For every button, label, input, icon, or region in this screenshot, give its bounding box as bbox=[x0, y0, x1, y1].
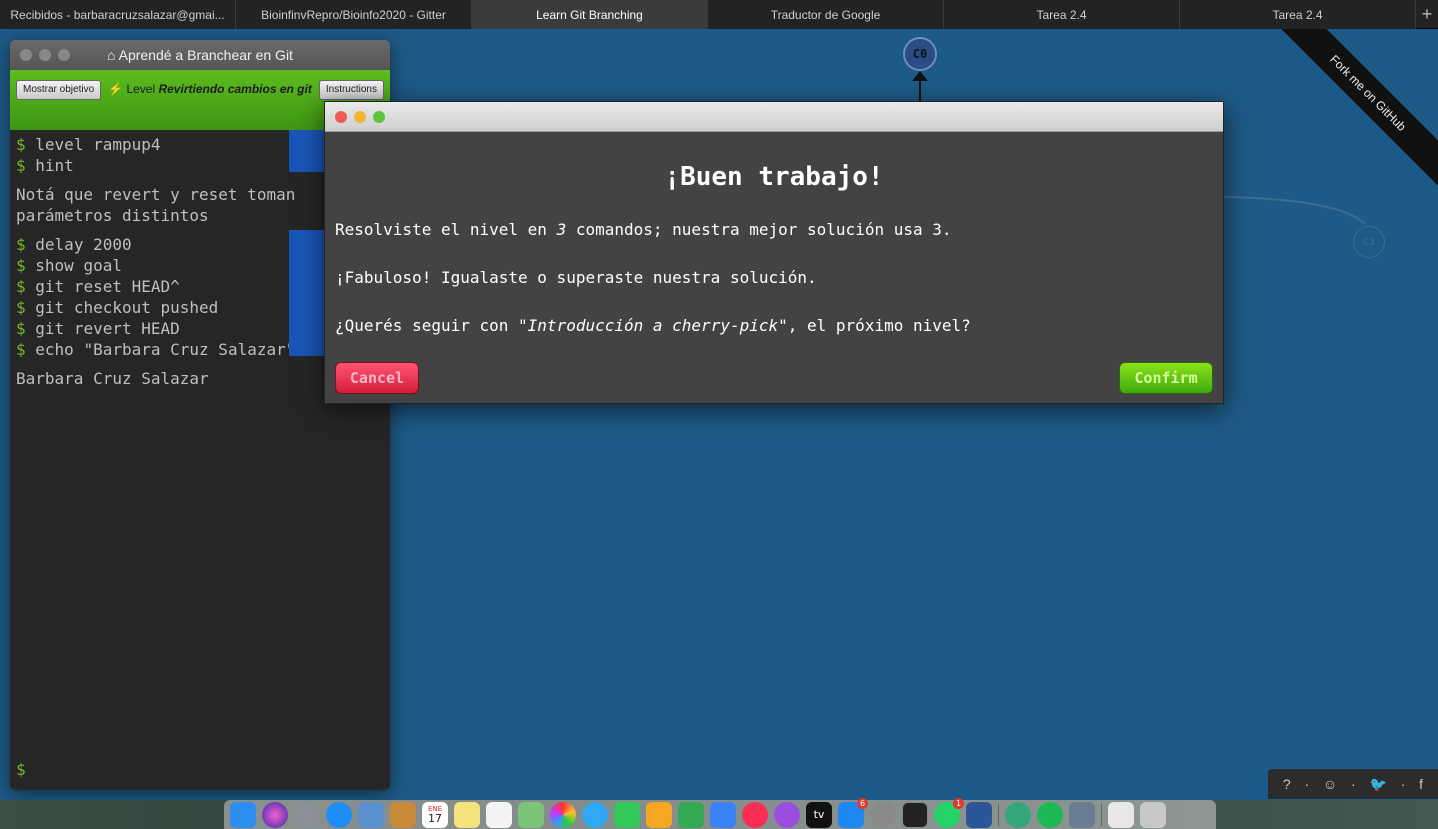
notes-icon[interactable] bbox=[454, 801, 480, 828]
lightning-icon: ⚡ bbox=[108, 82, 124, 96]
minimize-icon[interactable] bbox=[354, 110, 366, 123]
command-highlight bbox=[289, 130, 329, 172]
close-icon[interactable] bbox=[335, 110, 347, 123]
app-store-icon[interactable]: 6 bbox=[838, 797, 868, 828]
facetime-icon[interactable] bbox=[614, 801, 640, 828]
pages-icon[interactable] bbox=[646, 801, 672, 828]
trash-icon[interactable] bbox=[1140, 801, 1166, 828]
tab-gmail[interactable]: Recibidos - barbaracruzsalazar@gmai... bbox=[0, 0, 236, 29]
dock-separator bbox=[998, 803, 999, 826]
instructions-button[interactable]: Instructions bbox=[318, 80, 384, 100]
finder-icon[interactable] bbox=[230, 801, 256, 828]
result-message: Resolviste el nivel en 3 comandos; nuest… bbox=[335, 220, 952, 239]
commit-node-c0[interactable]: C0 bbox=[903, 37, 937, 71]
preview-icon[interactable] bbox=[358, 801, 384, 828]
new-tab-button[interactable]: + bbox=[1416, 0, 1438, 28]
globe-icon[interactable]: ☺ bbox=[1323, 776, 1337, 792]
documents-folder-icon[interactable] bbox=[1108, 801, 1134, 828]
terminal-titlebar: ⌂ Aprendé a Branchear en Git bbox=[10, 40, 390, 70]
command-highlight bbox=[289, 230, 329, 356]
system-preferences-icon[interactable] bbox=[870, 801, 896, 828]
messages-icon[interactable] bbox=[582, 801, 608, 828]
separator: · bbox=[1304, 776, 1310, 792]
terminal-icon[interactable] bbox=[902, 801, 928, 828]
podcasts-icon[interactable] bbox=[774, 801, 800, 828]
level-name: Revirtiendo cambios en git bbox=[158, 82, 312, 96]
maximize-icon[interactable] bbox=[373, 110, 385, 123]
keynote-icon[interactable] bbox=[710, 801, 736, 828]
facebook-icon[interactable]: f bbox=[1419, 776, 1423, 792]
app-store-badge: 6 bbox=[857, 797, 868, 809]
dialog-titlebar bbox=[325, 102, 1223, 132]
siri-icon[interactable] bbox=[262, 801, 288, 828]
apple-tv-icon[interactable]: tv bbox=[806, 801, 832, 828]
image-capture-icon[interactable] bbox=[1069, 801, 1095, 828]
tab-tarea-1[interactable]: Tarea 2.4 bbox=[944, 0, 1180, 29]
window-controls bbox=[335, 110, 385, 123]
safari-icon[interactable] bbox=[326, 801, 352, 828]
confirm-button[interactable]: Confirm bbox=[1119, 362, 1213, 394]
contacts-icon[interactable] bbox=[390, 801, 416, 828]
praise-message: ¡Fabuloso! Igualaste o superaste nuestra… bbox=[335, 268, 817, 287]
dialog-heading: ¡Buen trabajo! bbox=[664, 162, 884, 192]
music-icon[interactable] bbox=[742, 801, 768, 828]
calendar-icon[interactable]: ENE 17 bbox=[422, 801, 448, 828]
home-icon: ⌂ bbox=[107, 47, 119, 63]
whatsapp-icon[interactable]: 1 bbox=[934, 797, 964, 828]
tab-google-translate[interactable]: Traductor de Google bbox=[708, 0, 944, 29]
twitter-icon[interactable]: 🐦 bbox=[1369, 776, 1386, 793]
maps-icon[interactable] bbox=[518, 801, 544, 828]
whatsapp-badge: 1 bbox=[953, 797, 964, 809]
photos-icon[interactable] bbox=[550, 801, 576, 828]
chat-app-icon[interactable] bbox=[1005, 801, 1031, 828]
help-icon[interactable]: ? bbox=[1283, 776, 1291, 792]
tab-tarea-2[interactable]: Tarea 2.4 bbox=[1180, 0, 1416, 29]
terminal-title: ⌂ Aprendé a Branchear en Git bbox=[107, 47, 293, 63]
launchpad-icon[interactable] bbox=[294, 801, 320, 828]
tab-gitter[interactable]: BioinfinvRepro/Bioinfo2020 - Gitter bbox=[236, 0, 472, 29]
commit-node-c3[interactable]: C3 bbox=[1353, 226, 1385, 258]
next-level-question: ¿Querés seguir con "Introducción a cherr… bbox=[335, 316, 971, 335]
terminal-prompt[interactable]: $ bbox=[16, 760, 26, 779]
reminders-icon[interactable] bbox=[486, 801, 512, 828]
numbers-icon[interactable] bbox=[678, 801, 704, 828]
help-links-bar: ? · ☺ · 🐦 · f bbox=[1268, 769, 1438, 799]
level-info: ⚡ Level Revirtiendo cambios en git bbox=[108, 82, 312, 96]
spotify-icon[interactable] bbox=[1037, 801, 1063, 828]
browser-tab-bar: Recibidos - barbaracruzsalazar@gmai... B… bbox=[0, 0, 1438, 29]
dock-separator bbox=[1101, 803, 1102, 826]
cancel-button[interactable]: Cancel bbox=[335, 362, 419, 394]
level-complete-dialog: ¡Buen trabajo! Resolviste el nivel en 3 … bbox=[324, 101, 1224, 404]
separator: · bbox=[1351, 776, 1356, 792]
separator: · bbox=[1400, 776, 1406, 792]
show-goal-button[interactable]: Mostrar objetivo bbox=[16, 80, 102, 100]
macos-dock: ENE 17 tv 6 1 bbox=[224, 797, 1216, 829]
tab-learn-git-branching[interactable]: Learn Git Branching bbox=[472, 0, 708, 29]
word-icon[interactable] bbox=[966, 801, 992, 828]
